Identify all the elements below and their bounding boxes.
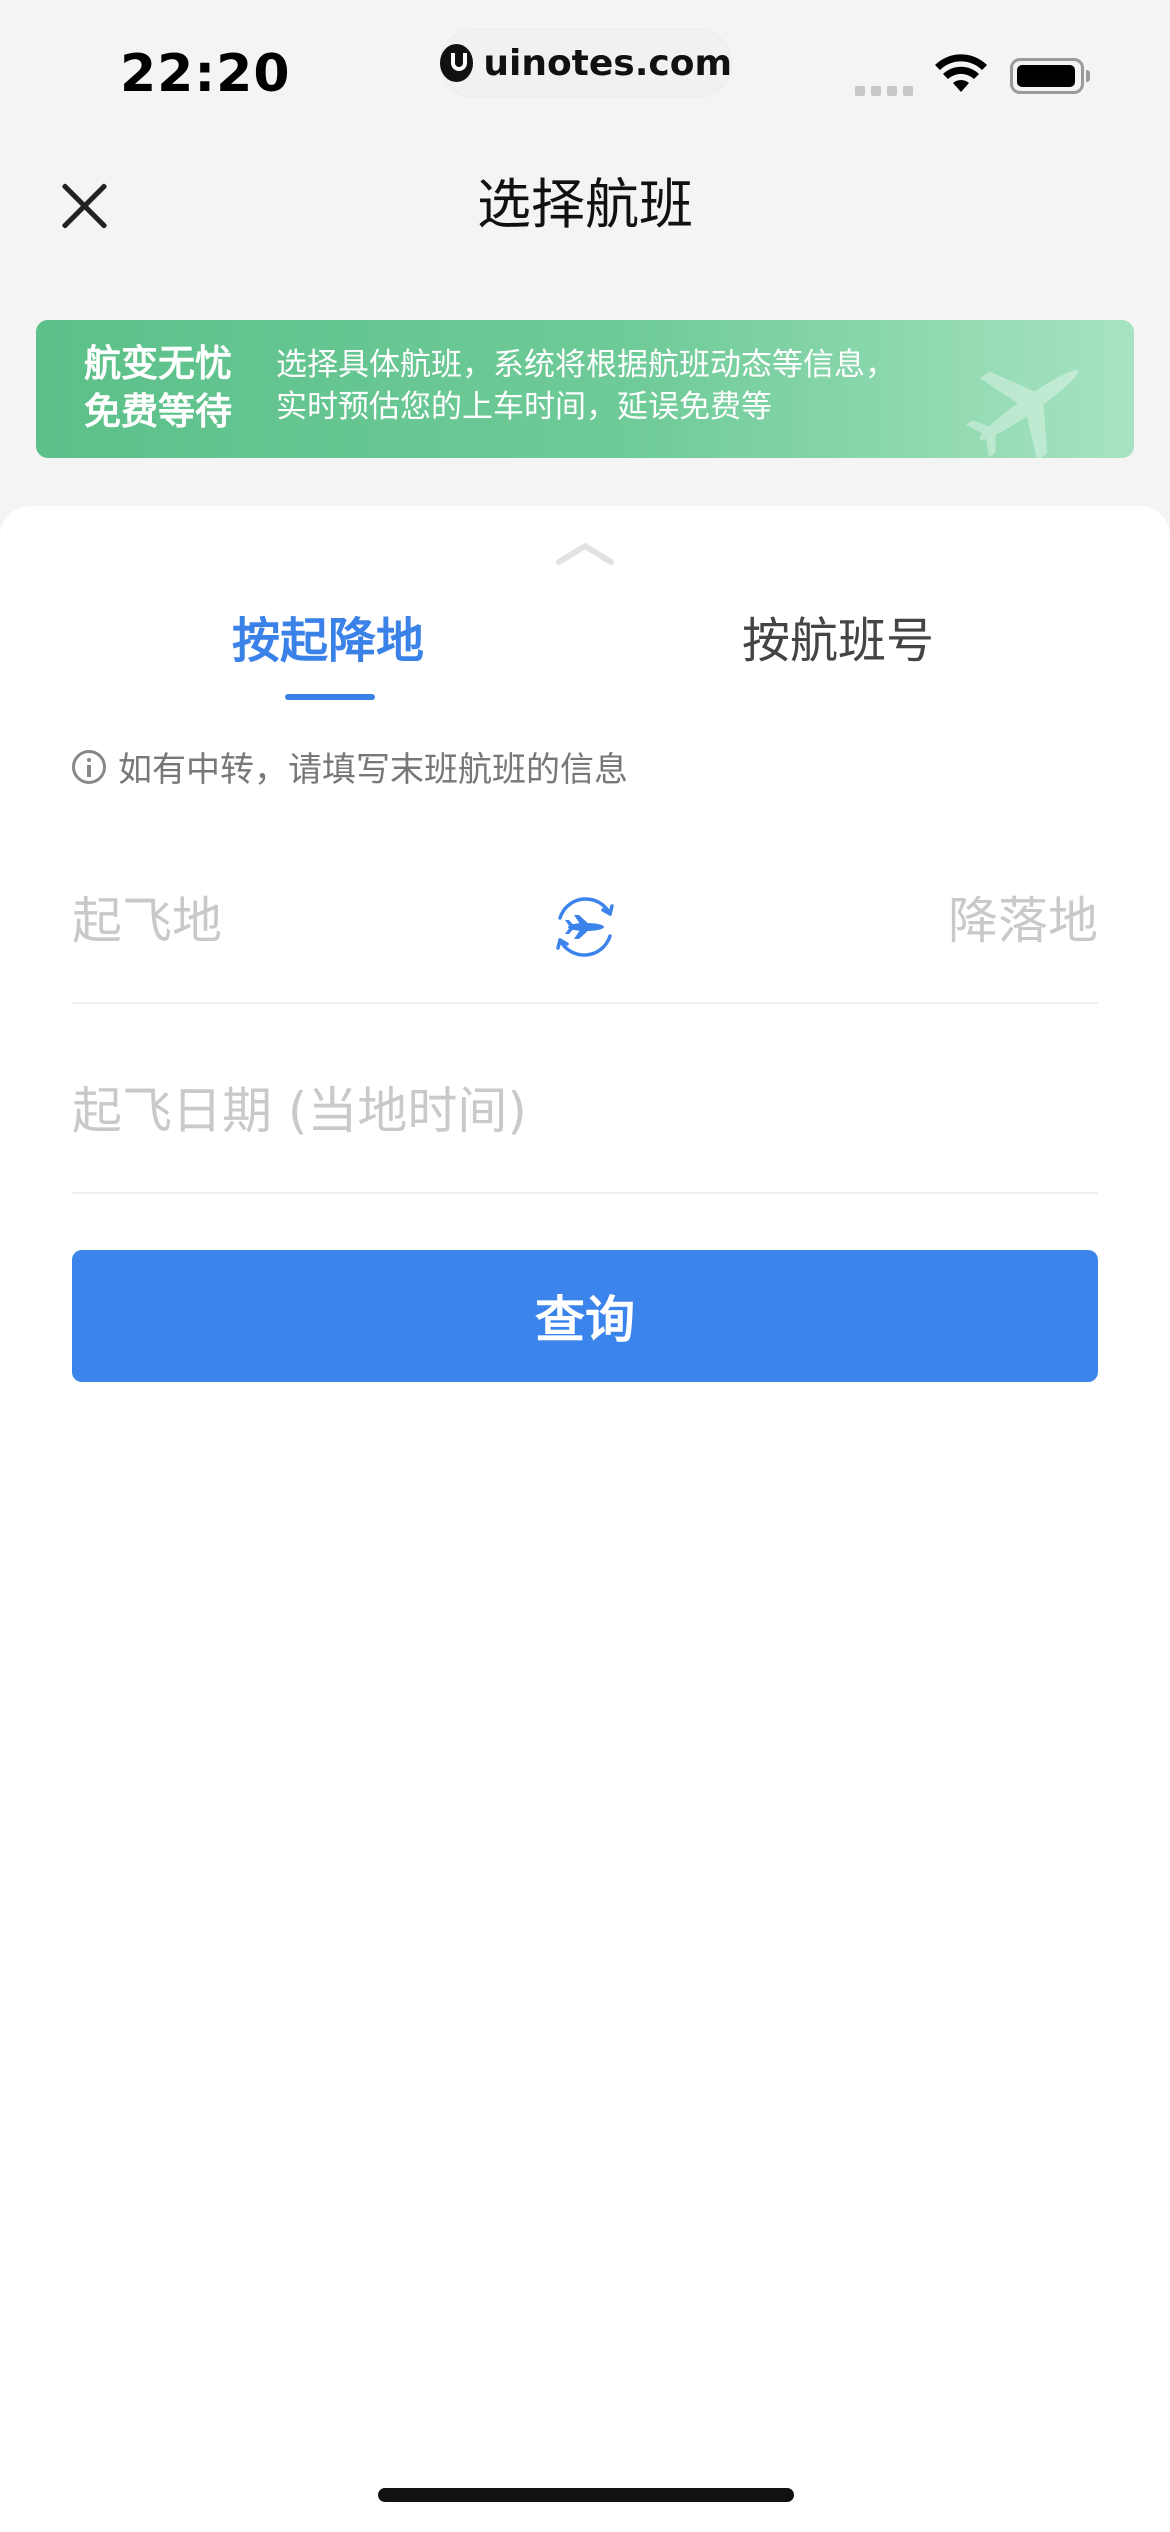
status-time: 22:20 [120, 44, 291, 104]
banner-desc-line2: 实时预估您的上车时间，延误免费等 [276, 389, 772, 425]
transfer-tip: 如有中转，请填写末班航班的信息 [72, 742, 628, 791]
wifi-icon [935, 54, 987, 92]
url-text: uinotes.com [483, 42, 732, 84]
info-icon [72, 749, 106, 784]
cellular-signal-icon [855, 86, 913, 96]
banner-title: 航变无忧 免费等待 [84, 340, 264, 436]
banner-desc-line1: 选择具体航班，系统将根据航班动态等信息， [276, 347, 896, 383]
banner-title-line2: 免费等待 [84, 390, 232, 433]
chevron-up-icon[interactable] [553, 538, 617, 568]
battery-icon [1010, 58, 1090, 94]
tab-by-flight-number[interactable]: 按航班号 [742, 606, 934, 676]
origin-field[interactable]: 起飞地 [72, 886, 222, 956]
query-button[interactable]: 查询 [72, 1250, 1098, 1382]
destination-field[interactable]: 降落地 [948, 886, 1098, 956]
site-logo-icon [440, 44, 474, 82]
divider [72, 1002, 1098, 1004]
flight-search-sheet: 按起降地 按航班号 如有中转，请填写末班航班的信息 起飞地 降落地 起飞日期 (… [0, 506, 1170, 2532]
tip-text: 如有中转，请填写末班航班的信息 [118, 750, 628, 790]
plane-watermark-icon [965, 369, 1079, 458]
banner-title-line1: 航变无忧 [84, 342, 232, 385]
url-pill[interactable]: uinotes.com [440, 28, 732, 98]
page-title: 选择航班 [477, 173, 693, 236]
divider [72, 1192, 1098, 1194]
active-tab-indicator [285, 694, 375, 700]
departure-date-field[interactable]: 起飞日期 (当地时间) [72, 1076, 527, 1146]
swap-plane-icon[interactable] [548, 890, 622, 964]
promo-banner: 航变无忧 免费等待 选择具体航班，系统将根据航班动态等信息， 实时预估您的上车时… [36, 320, 1134, 458]
banner-description: 选择具体航班，系统将根据航班动态等信息， 实时预估您的上车时间，延误免费等 [276, 344, 996, 428]
home-indicator[interactable] [378, 2488, 794, 2502]
tab-by-route[interactable]: 按起降地 [232, 606, 424, 676]
